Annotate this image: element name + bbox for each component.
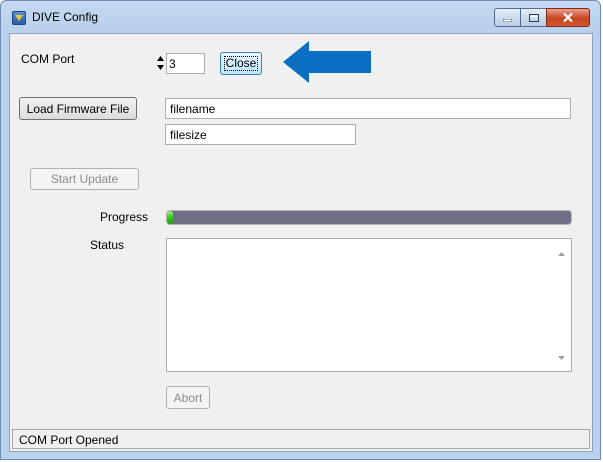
com-port-label: COM Port <box>21 52 75 66</box>
abort-button[interactable]: Abort <box>166 386 210 409</box>
progress-bar <box>166 210 572 225</box>
minimize-icon <box>502 11 513 25</box>
maximize-icon <box>528 11 539 25</box>
load-firmware-file-button[interactable]: Load Firmware File <box>19 97 137 120</box>
progress-fill <box>167 211 174 224</box>
app-icon[interactable] <box>12 11 26 25</box>
com-port-input[interactable]: 3 <box>166 53 205 74</box>
progress-label: Progress <box>100 210 149 224</box>
dive-config-window: DIVE Config COM Port 3 Close Load Firmwa… <box>0 0 601 460</box>
filesize-field[interactable]: filesize <box>165 124 356 145</box>
annotation-arrow-icon <box>283 41 373 86</box>
status-textarea[interactable] <box>166 238 572 372</box>
filename-field[interactable]: filename <box>165 98 571 119</box>
status-bar: COM Port Opened <box>12 429 590 449</box>
com-port-spinner[interactable] <box>156 54 165 72</box>
maximize-button[interactable] <box>520 8 547 27</box>
scroll-up-icon[interactable] <box>558 245 565 259</box>
scroll-down-icon[interactable] <box>558 349 565 363</box>
dialog-client-area: COM Port 3 Close Load Firmware File file… <box>9 33 593 452</box>
spin-up-icon[interactable] <box>156 54 165 63</box>
status-text <box>167 239 571 245</box>
close-icon <box>563 11 573 25</box>
window-title: DIVE Config <box>32 10 99 24</box>
close-window-button[interactable] <box>546 8 590 27</box>
close-port-button-label: Close <box>223 56 259 71</box>
spin-down-icon[interactable] <box>156 63 165 72</box>
close-port-button[interactable]: Close <box>220 52 262 75</box>
minimize-button[interactable] <box>494 8 521 27</box>
status-scrollbar[interactable] <box>554 239 571 371</box>
start-update-button[interactable]: Start Update <box>30 168 139 190</box>
status-label: Status <box>90 238 125 252</box>
title-bar[interactable]: DIVE Config <box>1 1 600 33</box>
